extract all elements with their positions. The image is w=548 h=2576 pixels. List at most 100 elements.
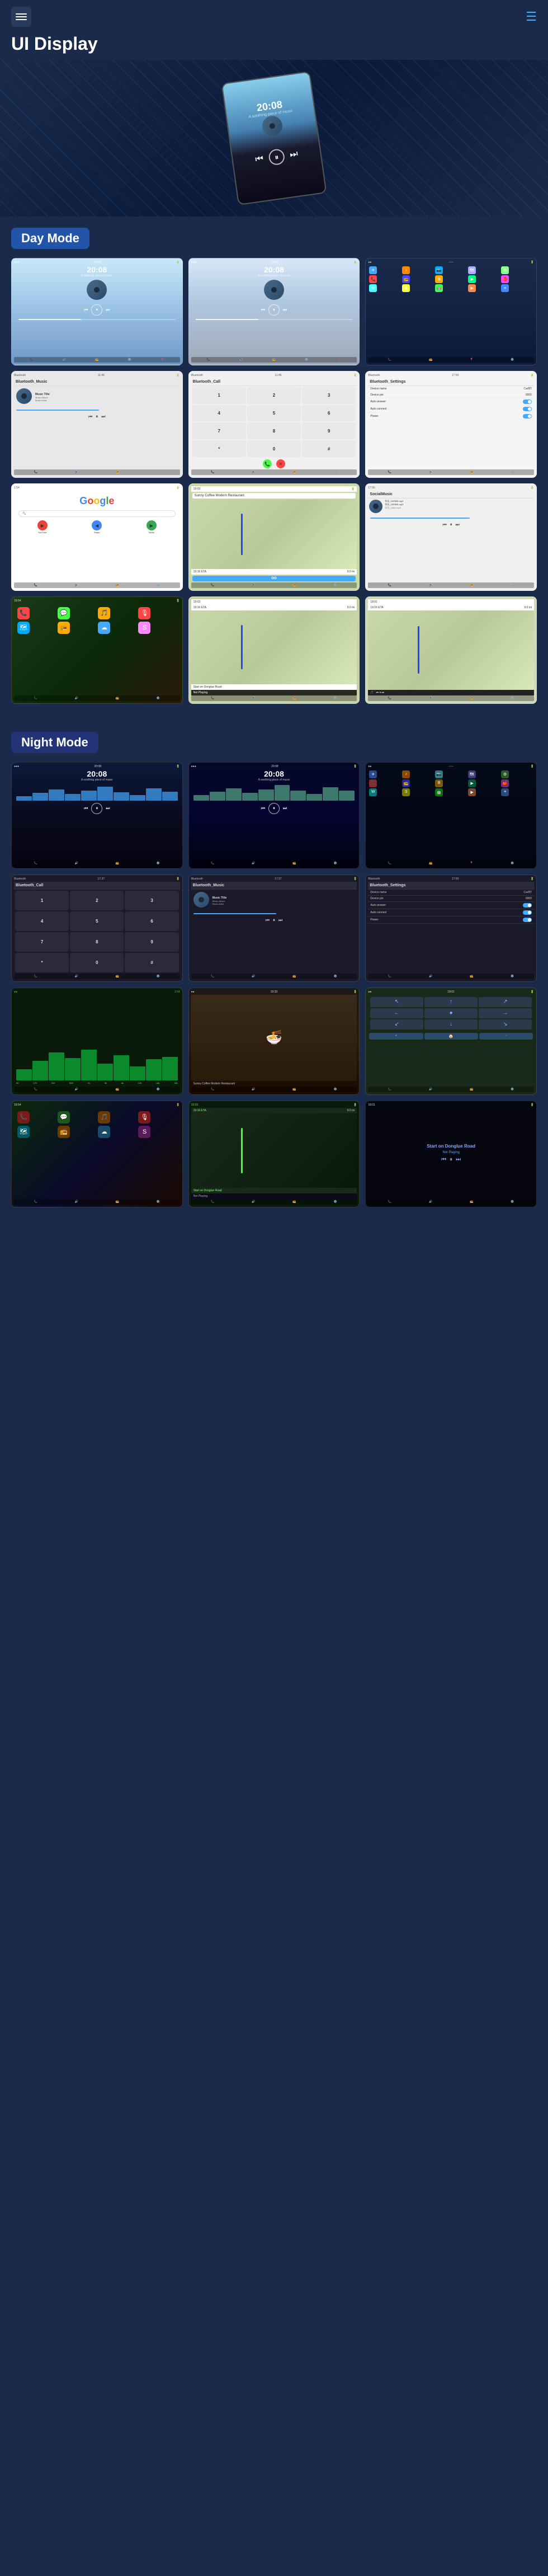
app-phone[interactable]: 📞 bbox=[369, 275, 377, 283]
bottom-nav[interactable]: 📍 bbox=[160, 358, 164, 361]
nav-home[interactable]: 🏠 bbox=[424, 1033, 478, 1040]
s4-b1[interactable]: 📞 bbox=[34, 471, 37, 474]
ns9-b1[interactable]: 📞 bbox=[388, 1088, 391, 1091]
ns10-b3[interactable]: 📻 bbox=[116, 1200, 119, 1204]
app-video[interactable]: ▶ bbox=[468, 275, 476, 283]
app-radio[interactable]: 📻 bbox=[402, 275, 410, 283]
ns6-ac-toggle[interactable] bbox=[523, 910, 532, 915]
key-8[interactable]: 8 bbox=[247, 422, 301, 439]
ns3-b2[interactable]: 📻 bbox=[429, 862, 432, 865]
ncp-maps[interactable]: 🗺 bbox=[17, 1126, 30, 1138]
ns2-b3[interactable]: 📻 bbox=[292, 862, 296, 865]
ncp-podcasts[interactable]: 🎙 bbox=[138, 1111, 150, 1124]
ns5-b2[interactable]: 🔊 bbox=[252, 975, 255, 978]
ns10-b1[interactable]: 📞 bbox=[34, 1200, 37, 1204]
app-waze[interactable]: W bbox=[369, 284, 377, 292]
s2-b-nav[interactable]: 📍 bbox=[338, 358, 341, 361]
ns4-key-6[interactable]: 6 bbox=[125, 911, 178, 931]
ns11-map[interactable] bbox=[191, 1113, 357, 1188]
ns6-b1[interactable]: 📞 bbox=[388, 975, 391, 978]
night-app-spotify[interactable]: S bbox=[402, 788, 410, 796]
ns6-b4[interactable]: ⚙️ bbox=[511, 975, 514, 978]
s3-b-settings[interactable]: ⚙️ bbox=[511, 358, 514, 361]
s12-music-controls[interactable]: ⏮ ⏸ ⏭ bbox=[376, 691, 384, 694]
app-photos[interactable]: 📷 bbox=[435, 266, 443, 274]
s6-b1[interactable]: 📞 bbox=[388, 471, 391, 474]
s11-b4[interactable]: ⚙️ bbox=[334, 697, 337, 700]
progress-bar[interactable] bbox=[18, 319, 176, 320]
ns1-b2[interactable]: 🔊 bbox=[75, 862, 78, 865]
ns4-b4[interactable]: ⚙️ bbox=[157, 975, 160, 978]
s7-b1[interactable]: 📞 bbox=[34, 584, 37, 587]
nav-down[interactable]: ↓ bbox=[424, 1019, 478, 1030]
s2-b-phone[interactable]: 📞 bbox=[207, 358, 210, 361]
key-7[interactable]: 7 bbox=[192, 422, 246, 439]
ns12-b1[interactable]: 📞 bbox=[388, 1200, 391, 1204]
ns4-b1[interactable]: 📞 bbox=[34, 975, 37, 978]
social-prev[interactable]: ⏮ bbox=[442, 522, 446, 528]
play-btn[interactable]: ⏸ bbox=[91, 304, 102, 316]
s3-b-radio[interactable]: 📻 bbox=[429, 358, 432, 361]
nav-up[interactable]: ↑ bbox=[424, 997, 478, 1007]
ns7-b3[interactable]: 📻 bbox=[116, 1088, 119, 1091]
s9-b2[interactable]: 🔊 bbox=[429, 584, 432, 587]
carplay-phone[interactable]: 📞 bbox=[17, 607, 30, 619]
shortcut-1[interactable]: ▶ YouTube bbox=[16, 520, 69, 534]
ns12-next[interactable]: ⏭ bbox=[456, 1157, 461, 1163]
menu-button[interactable] bbox=[11, 7, 31, 27]
map-view[interactable] bbox=[191, 500, 357, 569]
next-icon[interactable]: ⏭ bbox=[289, 149, 299, 160]
ns3-b1[interactable]: 📞 bbox=[388, 862, 391, 865]
prev-btn[interactable]: ⏮ bbox=[84, 307, 88, 313]
ns1-b3[interactable]: 📻 bbox=[116, 862, 119, 865]
s5-b1[interactable]: 📞 bbox=[211, 471, 214, 474]
s5-b4[interactable]: ⚙️ bbox=[334, 471, 337, 474]
ns7-b1[interactable]: 📞 bbox=[34, 1088, 37, 1091]
s3-b-nav[interactable]: 📍 bbox=[470, 358, 473, 361]
bt-play[interactable]: ⏸ bbox=[96, 414, 98, 420]
social-play[interactable]: ⏸ bbox=[450, 522, 452, 528]
key-2[interactable]: 2 bbox=[247, 387, 301, 404]
s8-b1[interactable]: 📞 bbox=[211, 584, 214, 587]
ns9-b3[interactable]: 📻 bbox=[470, 1088, 473, 1091]
night-app-video[interactable]: ▶ bbox=[468, 779, 476, 787]
ns4-key-0[interactable]: 0 bbox=[70, 953, 124, 972]
ns8-b3[interactable]: 📻 bbox=[292, 1088, 296, 1091]
ns7-b2[interactable]: 🔊 bbox=[75, 1088, 78, 1091]
ns4-key-2[interactable]: 2 bbox=[70, 891, 124, 910]
ns4-key-star[interactable]: * bbox=[15, 953, 69, 972]
s5-b2[interactable]: 🔊 bbox=[252, 471, 255, 474]
ns4-key-3[interactable]: 3 bbox=[125, 891, 178, 910]
s2-b-radio[interactable]: 📻 bbox=[272, 358, 276, 361]
ns8-b1[interactable]: 📞 bbox=[211, 1088, 214, 1091]
s12-b3[interactable]: 📻 bbox=[470, 697, 473, 700]
end-call-btn[interactable]: ✕ bbox=[276, 459, 285, 468]
ns9-b2[interactable]: 🔊 bbox=[429, 1088, 432, 1091]
call-btn[interactable]: 📞 bbox=[263, 459, 272, 468]
ns5-play[interactable]: ⏸ bbox=[273, 918, 275, 923]
ncp-podcast2[interactable]: 📻 bbox=[58, 1126, 70, 1138]
key-star[interactable]: * bbox=[192, 440, 246, 457]
nav-left[interactable]: ← bbox=[370, 1008, 423, 1018]
bottom-radio[interactable]: 📻 bbox=[95, 358, 98, 361]
s9-b3[interactable]: 📻 bbox=[470, 584, 473, 587]
navigation-icon[interactable]: ☰ bbox=[526, 10, 537, 24]
s10-b4[interactable]: ⚙️ bbox=[157, 697, 160, 700]
go-button[interactable]: GO bbox=[192, 576, 356, 581]
ns4-key-4[interactable]: 4 bbox=[15, 911, 69, 931]
ns6-b2[interactable]: 🔊 bbox=[429, 975, 432, 978]
bottom-phone[interactable]: 📞 bbox=[30, 358, 33, 361]
night-app-radio[interactable]: 📻 bbox=[402, 779, 410, 787]
nav-up-left[interactable]: ↖ bbox=[370, 997, 423, 1007]
ns2-b2[interactable]: 🔊 bbox=[252, 862, 255, 865]
app-spotify[interactable]: S bbox=[402, 284, 410, 292]
s4-b3[interactable]: 📻 bbox=[116, 471, 119, 474]
s6-b2[interactable]: 🔊 bbox=[429, 471, 432, 474]
ns4-key-8[interactable]: 8 bbox=[70, 932, 124, 952]
night-app-maps[interactable]: 🗺 bbox=[468, 770, 476, 778]
night-app-music[interactable]: ♪ bbox=[402, 770, 410, 778]
social-progress[interactable] bbox=[370, 518, 470, 519]
carplay-spotify[interactable]: S bbox=[138, 622, 150, 634]
bottom-speaker[interactable]: 🔊 bbox=[63, 358, 66, 361]
ns2-b4[interactable]: ⚙️ bbox=[334, 862, 337, 865]
